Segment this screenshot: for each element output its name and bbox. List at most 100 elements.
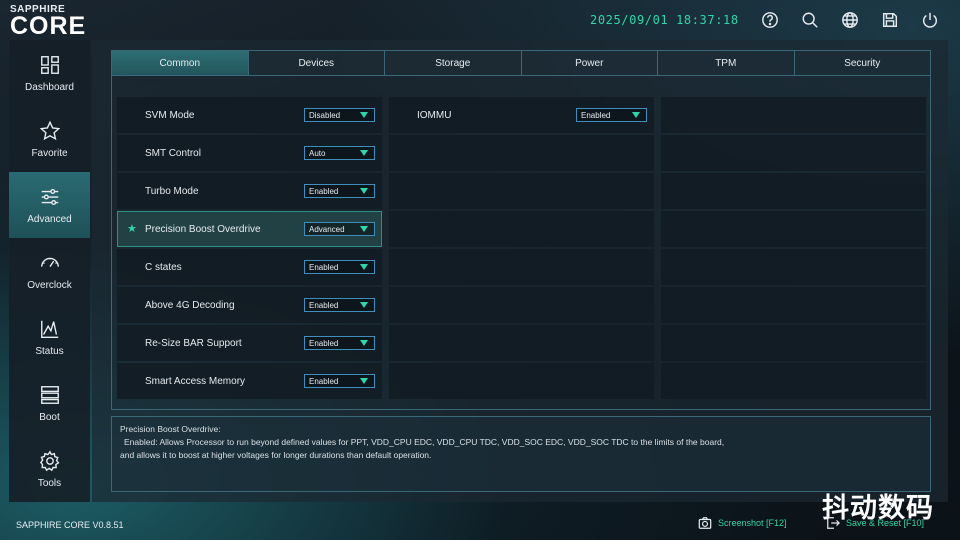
sidebar-item-boot[interactable]: Boot — [9, 370, 90, 436]
empty-row — [389, 363, 654, 399]
help-panel: Precision Boost Overdrive: Enabled: Allo… — [111, 416, 931, 492]
empty-row — [661, 363, 926, 399]
chevron-down-icon — [360, 150, 368, 156]
setting-label: Smart Access Memory — [145, 375, 246, 387]
chevron-down-icon — [360, 378, 368, 384]
settings-column-middle: IOMMU Enabled — [389, 97, 654, 401]
settings-column-left: SVM Mode Disabled SMT Control Auto Turbo… — [117, 97, 382, 401]
chevron-down-icon — [360, 226, 368, 232]
gear-icon — [39, 450, 59, 471]
empty-row — [661, 211, 926, 247]
above-4g-dropdown[interactable]: Enabled — [304, 298, 375, 312]
sidebar-item-label: Boot — [39, 411, 60, 423]
chevron-down-icon — [360, 188, 368, 194]
empty-row — [661, 287, 926, 323]
turbo-mode-dropdown[interactable]: Enabled — [304, 184, 375, 198]
empty-row — [389, 287, 654, 323]
dropdown-value: Enabled — [309, 376, 339, 386]
setting-label: C states — [145, 261, 182, 273]
tab-power[interactable]: Power — [521, 51, 658, 75]
globe-icon[interactable] — [840, 10, 860, 30]
help-title: Precision Boost Overdrive: — [120, 424, 221, 434]
tab-devices[interactable]: Devices — [248, 51, 385, 75]
watermark-text: 抖动数码 — [822, 493, 934, 524]
dashboard-icon — [40, 55, 59, 74]
gauge-icon — [40, 257, 59, 267]
dropdown-value: Enabled — [309, 300, 339, 310]
iommu-dropdown[interactable]: Enabled — [576, 108, 647, 122]
screenshot-label: Screenshot [F12] — [718, 518, 787, 528]
setting-row-resize-bar[interactable]: Re-Size BAR Support Enabled — [117, 325, 382, 361]
dropdown-value: Enabled — [309, 186, 339, 196]
datetime-display: 2025/09/01 18:37:18 — [590, 13, 739, 27]
setting-row-smt-control[interactable]: SMT Control Auto — [117, 135, 382, 171]
sidebar-item-status[interactable]: Status — [9, 304, 90, 370]
empty-row — [661, 97, 926, 133]
dropdown-value: Auto — [309, 148, 326, 158]
sidebar-item-favorite[interactable]: Favorite — [9, 106, 90, 172]
setting-label: Above 4G Decoding — [145, 299, 235, 311]
tab-tpm[interactable]: TPM — [658, 51, 795, 75]
empty-row — [389, 173, 654, 209]
settings-column-right — [661, 97, 926, 401]
empty-row — [389, 135, 654, 171]
smt-control-dropdown[interactable]: Auto — [304, 146, 375, 160]
sidebar-item-label: Overclock — [27, 279, 72, 291]
logo-main-text: CORE — [10, 12, 87, 40]
resize-bar-dropdown[interactable]: Enabled — [304, 336, 375, 350]
c-states-dropdown[interactable]: Enabled — [304, 260, 375, 274]
tab-bar: Common Devices Storage Power TPM Securit… — [111, 50, 931, 76]
sidebar-item-advanced[interactable]: Advanced — [9, 172, 90, 238]
setting-row-smart-access-memory[interactable]: Smart Access Memory Enabled — [117, 363, 382, 399]
favorite-star-icon[interactable]: ★ — [127, 222, 137, 235]
camera-icon — [698, 517, 712, 529]
setting-row-iommu[interactable]: IOMMU Enabled — [389, 97, 654, 133]
chevron-down-icon — [360, 112, 368, 118]
chevron-down-icon — [360, 302, 368, 308]
setting-row-precision-boost-overdrive[interactable]: ★ Precision Boost Overdrive Advanced — [117, 211, 382, 247]
setting-row-turbo-mode[interactable]: Turbo Mode Enabled — [117, 173, 382, 209]
empty-row — [661, 173, 926, 209]
sapphire-core-logo: SAPPHIRE CORE — [10, 4, 120, 40]
screenshot-button[interactable]: Screenshot [F12] — [698, 516, 787, 530]
empty-row — [661, 325, 926, 361]
setting-label: Precision Boost Overdrive — [145, 223, 261, 235]
power-icon[interactable] — [920, 10, 940, 30]
sidebar-item-overclock[interactable]: Overclock — [9, 238, 90, 304]
sidebar-item-label: Favorite — [31, 147, 68, 159]
tab-common[interactable]: Common — [112, 51, 249, 75]
empty-row — [389, 325, 654, 361]
save-icon[interactable] — [880, 10, 900, 30]
sidebar-item-tools[interactable]: Tools — [9, 436, 90, 502]
dropdown-value: Advanced — [309, 224, 345, 234]
sidebar-item-dashboard[interactable]: Dashboard — [9, 40, 90, 106]
setting-label: IOMMU — [417, 109, 452, 121]
setting-row-above-4g-decoding[interactable]: Above 4G Decoding Enabled — [117, 287, 382, 323]
dropdown-value: Enabled — [309, 338, 339, 348]
setting-label: SMT Control — [145, 147, 201, 159]
sam-dropdown[interactable]: Enabled — [304, 374, 375, 388]
version-label: SAPPHIRE CORE V0.8.51 — [16, 520, 124, 530]
star-icon — [39, 120, 60, 140]
empty-row — [389, 211, 654, 247]
tab-storage[interactable]: Storage — [385, 51, 522, 75]
tab-security[interactable]: Security — [794, 51, 930, 75]
pbo-dropdown[interactable]: Advanced — [304, 222, 375, 236]
search-icon[interactable] — [800, 10, 820, 30]
svm-mode-dropdown[interactable]: Disabled — [304, 108, 375, 122]
empty-row — [661, 249, 926, 285]
sidebar: Dashboard Favorite Advanced Overclock St… — [9, 40, 90, 502]
setting-row-svm-mode[interactable]: SVM Mode Disabled — [117, 97, 382, 133]
sliders-icon — [41, 188, 58, 205]
help-line-2: and allows it to boost at higher voltage… — [120, 450, 432, 460]
chevron-down-icon — [632, 112, 640, 118]
chart-icon — [40, 320, 58, 338]
setting-label: SVM Mode — [145, 109, 195, 121]
sidebar-item-label: Tools — [37, 477, 62, 489]
sidebar-item-label: Status — [35, 345, 64, 357]
setting-label: Re-Size BAR Support — [145, 337, 242, 349]
setting-row-c-states[interactable]: C states Enabled — [117, 249, 382, 285]
chevron-down-icon — [360, 340, 368, 346]
help-icon[interactable] — [760, 10, 780, 30]
empty-row — [661, 135, 926, 171]
